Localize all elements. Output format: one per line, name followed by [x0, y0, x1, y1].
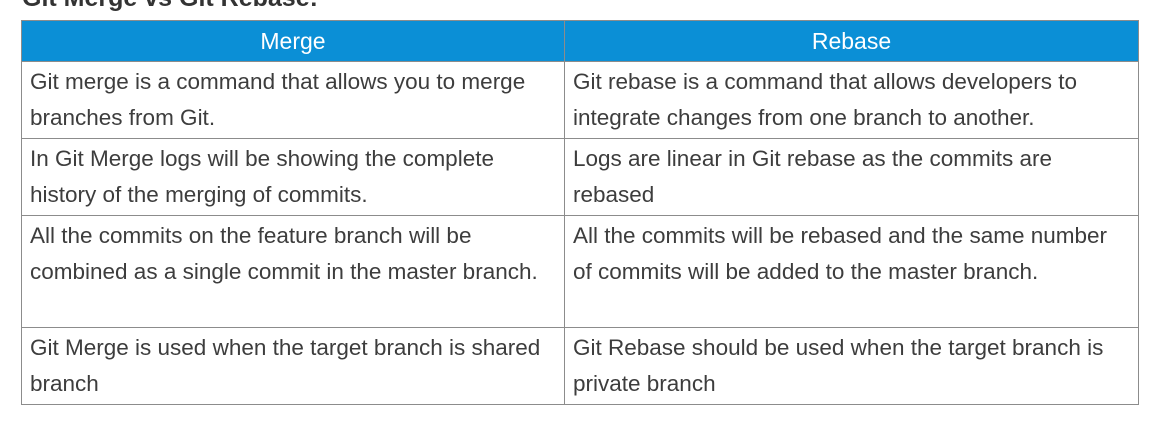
table-row: Git merge is a command that allows you t… [21, 61, 1139, 139]
rebase-cell: Git rebase is a command that allows deve… [564, 61, 1139, 139]
merge-cell: In Git Merge logs will be showing the co… [21, 138, 565, 216]
merge-cell: All the commits on the feature branch wi… [21, 215, 565, 328]
rebase-cell: All the commits will be rebased and the … [564, 215, 1139, 328]
merge-vs-rebase-table: Merge Rebase Git merge is a command that… [21, 20, 1139, 405]
merge-cell: Git Merge is used when the target branch… [21, 327, 565, 405]
header-rebase: Rebase [564, 20, 1139, 62]
section-heading: Git Merge vs Git Rebase: [22, 0, 318, 13]
table-header-row: Merge Rebase [21, 20, 1139, 62]
table-row: In Git Merge logs will be showing the co… [21, 138, 1139, 216]
table-row: Git Merge is used when the target branch… [21, 327, 1139, 405]
rebase-cell: Logs are linear in Git rebase as the com… [564, 138, 1139, 216]
table-row: All the commits on the feature branch wi… [21, 215, 1139, 328]
header-merge: Merge [21, 20, 565, 62]
rebase-cell: Git Rebase should be used when the targe… [564, 327, 1139, 405]
merge-cell: Git merge is a command that allows you t… [21, 61, 565, 139]
